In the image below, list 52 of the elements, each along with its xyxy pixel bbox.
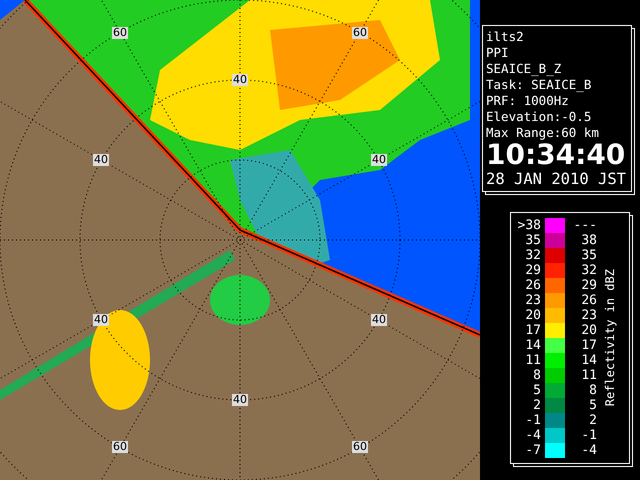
legend-value: 38 (580, 233, 597, 248)
legend-value: 20 (524, 308, 541, 323)
legend-value: 35 (580, 248, 597, 263)
info-text: PRF: 1000Hz (486, 93, 570, 109)
range-ring-label: 40 (93, 314, 109, 326)
legend-value: 35 (524, 233, 541, 248)
legend-value: -4 (524, 428, 541, 443)
legend-value: -1 (580, 428, 597, 443)
info-text: SEAICE_B_Z (486, 61, 562, 77)
legend-value: 11 (580, 368, 597, 383)
range-ring-label: 40 (93, 154, 109, 166)
legend-value: 23 (580, 308, 597, 323)
legend-value: 32 (524, 248, 541, 263)
range-ring-label: 60 (112, 27, 128, 39)
legend-value: 5 (588, 398, 597, 413)
legend-value: 17 (580, 338, 597, 353)
info-text: Elevation:-0.5 (486, 109, 592, 125)
legend-value: -4 (580, 443, 597, 458)
date-text: 28 JAN 2010 JST (486, 169, 626, 189)
legend-value: 20 (580, 323, 597, 338)
range-ring-label: 40 (232, 394, 248, 406)
legend-value: 26 (580, 293, 597, 308)
range-ring-label: 40 (232, 74, 248, 86)
range-ring-label: 60 (352, 441, 368, 453)
info-text: Task: SEAICE_B (486, 77, 592, 93)
legend-value: -7 (524, 443, 541, 458)
legend-value: -1 (524, 413, 541, 428)
range-ring-label: 40 (371, 314, 387, 326)
legend-value: 32 (580, 263, 597, 278)
legend-value: 29 (524, 263, 541, 278)
legend-value: 26 (524, 278, 541, 293)
legend-value: 11 (524, 353, 541, 368)
legend-value: --- (572, 218, 597, 233)
legend-value: 29 (580, 278, 597, 293)
info-text: Max Range:60 km (486, 125, 600, 141)
legend-value: 14 (524, 338, 541, 353)
info-text: PPI (486, 45, 510, 61)
range-ring-label: 60 (112, 441, 128, 453)
range-ring-label: 60 (352, 27, 368, 39)
legend-value: 2 (532, 398, 541, 413)
legend-value: 5 (532, 383, 541, 398)
time-text: 10:34:40 (486, 141, 626, 169)
legend-title: Reflectivity in dBZ (603, 269, 617, 407)
legend-value: 2 (588, 413, 597, 428)
legend-value: 8 (588, 383, 597, 398)
legend-value: 23 (524, 293, 541, 308)
legend-value: >38 (516, 218, 541, 233)
legend-value: 8 (532, 368, 541, 383)
info-text: ilts2 (486, 29, 525, 45)
legend-value: 17 (524, 323, 541, 338)
range-ring-label: 40 (371, 154, 387, 166)
legend-value: 14 (580, 353, 597, 368)
